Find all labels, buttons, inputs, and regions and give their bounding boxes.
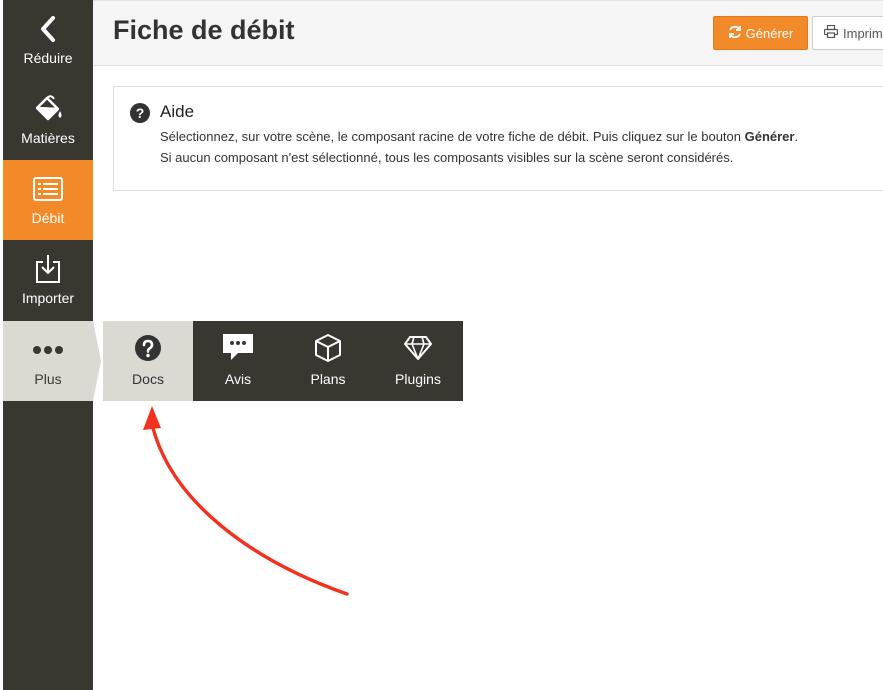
flyout-item-label: Docs	[132, 371, 164, 387]
print-button[interactable]: Imprimer	[812, 16, 883, 50]
paint-bucket-icon	[32, 94, 64, 124]
help-text-suffix: .	[794, 129, 799, 144]
sidebar-item-materials[interactable]: Matières	[3, 80, 93, 160]
help-text-line-2: Si aucun composant n'est sélectionné, to…	[160, 150, 734, 165]
help-text-bold: Générer	[744, 129, 795, 144]
sidebar-item-collapse[interactable]: Réduire	[3, 0, 93, 80]
generate-button[interactable]: Générer	[713, 16, 808, 50]
page-title: Fiche de débit	[113, 15, 295, 45]
sidebar-item-label: Matières	[21, 130, 75, 146]
flyout-item-plans[interactable]: Plans	[283, 321, 373, 401]
sidebar-item-label: Réduire	[23, 50, 73, 66]
flyout-item-reviews[interactable]: Avis	[193, 321, 283, 401]
cube-icon	[313, 333, 343, 363]
sidebar-item-more[interactable]: Plus	[3, 321, 101, 401]
more-flyout-menu: Docs Avis Plans Plugins	[103, 321, 463, 401]
flyout-item-plugins[interactable]: Plugins	[373, 321, 463, 401]
sidebar-item-cutlist[interactable]: Débit	[3, 160, 93, 240]
help-text-line-1: Sélectionnez, sur votre scène, le compos…	[160, 129, 798, 144]
diamond-icon	[403, 333, 433, 363]
sidebar: Réduire Matières Débit Importer Plus	[3, 0, 101, 690]
print-label: Imprimer	[843, 25, 883, 41]
question-circle-icon	[134, 333, 162, 363]
import-icon	[34, 254, 62, 284]
more-dots-icon	[32, 335, 64, 365]
list-icon	[33, 174, 63, 204]
header-bar: Fiche de débit Générer Imprimer	[93, 0, 883, 66]
question-circle-icon: ?	[130, 103, 150, 123]
printer-icon	[823, 24, 839, 41]
flyout-item-label: Plans	[310, 371, 346, 387]
flyout-item-docs[interactable]: Docs	[103, 321, 193, 401]
sidebar-item-label: Importer	[21, 290, 75, 306]
help-panel: ? Aide Sélectionnez, sur votre scène, le…	[113, 86, 883, 191]
flyout-item-label: Plugins	[395, 371, 441, 387]
generate-label: Générer	[745, 25, 794, 41]
help-title: Aide	[160, 102, 195, 121]
flyout-pointer	[93, 321, 101, 401]
help-text-prefix: Sélectionnez, sur votre scène, le compos…	[160, 129, 745, 144]
sidebar-item-label: Débit	[31, 210, 65, 226]
refresh-icon	[728, 25, 742, 42]
flyout-item-label: Avis	[224, 371, 252, 387]
sidebar-item-import[interactable]: Importer	[3, 240, 93, 320]
review-bubble-icon	[222, 333, 254, 363]
chevron-left-icon	[39, 14, 57, 44]
sidebar-item-label: Plus	[34, 371, 62, 387]
